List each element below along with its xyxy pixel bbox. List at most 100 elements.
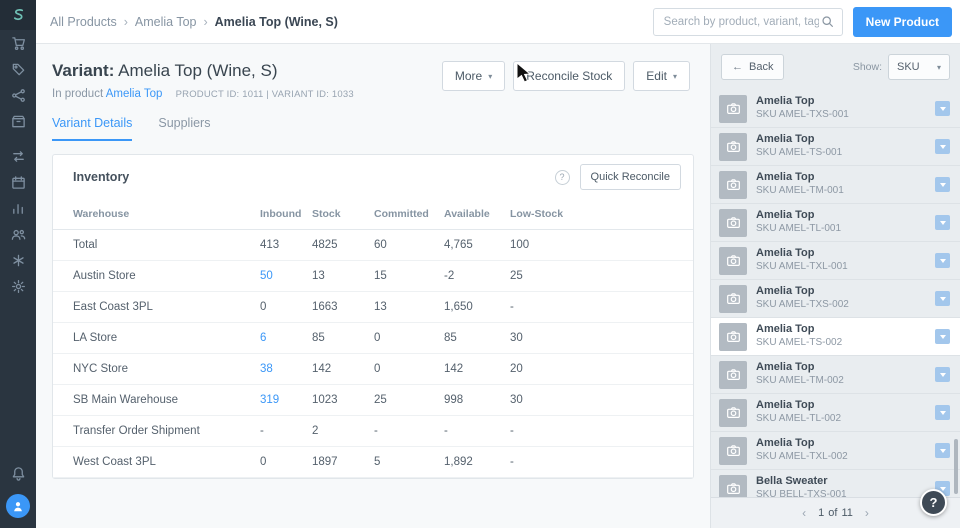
chevron-down-icon: ▾ — [936, 62, 941, 72]
item-caret-badge-icon[interactable] — [935, 367, 950, 382]
camera-placeholder-icon — [719, 208, 747, 237]
variant-item-sku: SKU AMEL-TS-001 — [756, 147, 843, 159]
variant-item-title: Amelia Top — [756, 171, 815, 184]
reports-chart-icon[interactable] — [0, 195, 36, 221]
camera-placeholder-icon — [719, 322, 747, 351]
back-button[interactable]: ← Back — [721, 54, 785, 80]
variant-list-item[interactable]: Amelia Top SKU AMEL-TXS-001 — [711, 90, 960, 128]
variant-item-sku: SKU AMEL-TXS-002 — [756, 299, 849, 311]
variant-item-title: Amelia Top — [756, 209, 815, 222]
item-caret-badge-icon[interactable] — [935, 177, 950, 192]
variant-subline: In product Amelia Top PRODUCT ID: 1011 |… — [52, 88, 354, 100]
page-title: Variant: Amelia Top (Wine, S) — [52, 61, 354, 81]
variant-panel: ← Back Show: SKU ▾ Amelia Top SKU AMEL-TX… — [710, 44, 960, 528]
prev-page-icon[interactable]: ‹ — [802, 506, 806, 520]
variant-list-item[interactable]: Amelia Top SKU AMEL-TXL-001 — [711, 242, 960, 280]
contacts-users-icon[interactable] — [0, 221, 36, 247]
column-header-warehouse: Warehouse — [73, 208, 130, 220]
item-caret-badge-icon[interactable] — [935, 253, 950, 268]
in-product-label: In product — [52, 88, 104, 100]
search-input[interactable] — [661, 14, 821, 29]
cell-available: 1,892 — [444, 456, 473, 468]
next-page-icon[interactable]: › — [865, 506, 869, 520]
breadcrumb-item-all-products[interactable]: All Products — [50, 15, 117, 29]
orders-cart-icon[interactable] — [0, 30, 36, 56]
camera-placeholder-icon — [719, 284, 747, 313]
variant-list-item[interactable]: Amelia Top SKU AMEL-TS-002 — [711, 318, 960, 356]
user-avatar[interactable] — [6, 494, 30, 518]
item-caret-badge-icon[interactable] — [935, 329, 950, 344]
variant-item-sku: SKU AMEL-TM-001 — [756, 185, 844, 197]
cell-low-stock: - — [510, 456, 514, 468]
variant-list-item[interactable]: Amelia Top SKU AMEL-TM-002 — [711, 356, 960, 394]
variant-list-item[interactable]: Amelia Top SKU AMEL-TS-001 — [711, 128, 960, 166]
page-current: 1 — [818, 507, 825, 519]
table-row: Transfer Order Shipment - 2 - - - — [53, 416, 693, 447]
cell-available: 4,765 — [444, 239, 473, 251]
variant-list-item[interactable]: Amelia Top SKU AMEL-TXL-002 — [711, 432, 960, 470]
products-tag-icon[interactable] — [0, 56, 36, 82]
cell-inbound[interactable]: 6 — [260, 323, 312, 353]
show-dropdown[interactable]: SKU ▾ — [888, 54, 950, 80]
new-product-button[interactable]: New Product — [852, 6, 952, 37]
integrations-asterisk-icon[interactable] — [0, 247, 36, 273]
cell-inbound[interactable]: 319 — [260, 385, 312, 415]
settings-gear-icon[interactable] — [0, 273, 36, 299]
reconcile-stock-label: Reconcile Stock — [526, 69, 613, 83]
cell-stock: 85 — [312, 332, 325, 344]
item-caret-badge-icon[interactable] — [935, 405, 950, 420]
product-link[interactable]: Amelia Top — [106, 88, 163, 100]
inventory-box-icon[interactable] — [0, 108, 36, 134]
item-caret-badge-icon[interactable] — [935, 139, 950, 154]
breadcrumb-separator: › — [123, 14, 128, 29]
breadcrumb-item-amelia-top[interactable]: Amelia Top — [135, 15, 197, 29]
help-circle-icon[interactable]: ? — [554, 169, 570, 185]
item-caret-badge-icon[interactable] — [935, 291, 950, 306]
cell-committed: 0 — [374, 332, 381, 344]
variant-ids-meta: PRODUCT ID: 1011 | VARIANT ID: 1033 — [175, 89, 354, 100]
item-caret-badge-icon[interactable] — [935, 101, 950, 116]
variant-list-item[interactable]: Amelia Top SKU AMEL-TM-001 — [711, 166, 960, 204]
purchase-orders-calendar-icon[interactable] — [0, 169, 36, 195]
cell-inbound[interactable]: 38 — [260, 354, 312, 384]
scrollbar-thumb[interactable] — [954, 439, 958, 494]
table-row: East Coast 3PL 0 1663 13 1,650 - — [53, 292, 693, 323]
listings-network-icon[interactable] — [0, 82, 36, 108]
variant-list-item[interactable]: Amelia Top SKU AMEL-TL-001 — [711, 204, 960, 242]
cell-committed: 5 — [374, 456, 381, 468]
cell-inbound[interactable]: 50 — [260, 261, 312, 291]
tab-suppliers[interactable]: Suppliers — [158, 116, 210, 141]
cell-inbound: - — [260, 425, 264, 437]
help-button[interactable]: ? — [920, 489, 947, 516]
column-header-low-stock: Low-Stock — [510, 208, 564, 220]
stitch-logo-icon[interactable] — [0, 0, 36, 30]
variant-item-sku: SKU AMEL-TS-002 — [756, 337, 843, 349]
transfers-arrows-icon[interactable] — [0, 143, 36, 169]
breadcrumb-separator: › — [203, 14, 208, 29]
cell-available: - — [444, 425, 448, 437]
notifications-bell-icon[interactable] — [0, 460, 36, 486]
tab-variant-details[interactable]: Variant Details — [52, 116, 133, 141]
reconcile-stock-button[interactable]: Reconcile Stock — [513, 61, 626, 91]
inventory-card-header: Inventory ? Quick Reconcile — [53, 155, 693, 199]
breadcrumb-item-amelia-top-wine-s: Amelia Top (Wine, S) — [214, 14, 338, 29]
camera-placeholder-icon — [719, 360, 747, 389]
cell-available: 1,650 — [444, 301, 473, 313]
more-button[interactable]: More ▾ — [441, 61, 506, 91]
variant-item-sku: SKU AMEL-TL-002 — [756, 413, 842, 425]
cell-inbound: 413 — [260, 239, 280, 251]
edit-button[interactable]: Edit ▾ — [633, 61, 690, 91]
sidebar — [0, 0, 36, 528]
back-button-label: Back — [749, 61, 774, 73]
variant-list-item[interactable]: Amelia Top SKU AMEL-TL-002 — [711, 394, 960, 432]
item-caret-badge-icon[interactable] — [935, 443, 950, 458]
quick-reconcile-button[interactable]: Quick Reconcile — [579, 164, 681, 190]
variant-header: Variant: Amelia Top (Wine, S) In product… — [36, 44, 710, 100]
search-box[interactable] — [652, 7, 843, 36]
inventory-card: Inventory ? Quick Reconcile Warehouse Inb… — [52, 154, 694, 479]
cell-committed: 15 — [374, 270, 387, 282]
variant-list-item[interactable]: Amelia Top SKU AMEL-TXS-002 — [711, 280, 960, 318]
item-caret-badge-icon[interactable] — [935, 215, 950, 230]
page-title-prefix: Variant: — [52, 61, 115, 80]
page-indicator: 1 of 11 — [818, 507, 853, 519]
